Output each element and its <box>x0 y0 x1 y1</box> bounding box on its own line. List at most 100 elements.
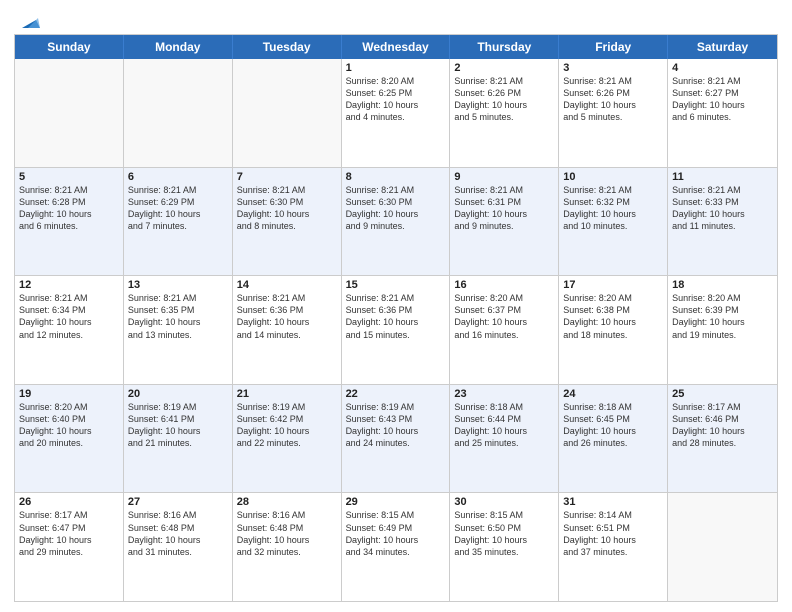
calendar-cell: 13Sunrise: 8:21 AMSunset: 6:35 PMDayligh… <box>124 276 233 384</box>
day-number: 29 <box>346 496 446 508</box>
calendar-cell: 31Sunrise: 8:14 AMSunset: 6:51 PMDayligh… <box>559 493 668 601</box>
day-info: Sunrise: 8:19 AMSunset: 6:41 PMDaylight:… <box>128 401 228 450</box>
day-info: Sunrise: 8:17 AMSunset: 6:47 PMDaylight:… <box>19 509 119 558</box>
calendar-cell: 8Sunrise: 8:21 AMSunset: 6:30 PMDaylight… <box>342 168 451 276</box>
calendar-cell: 11Sunrise: 8:21 AMSunset: 6:33 PMDayligh… <box>668 168 777 276</box>
day-info: Sunrise: 8:20 AMSunset: 6:40 PMDaylight:… <box>19 401 119 450</box>
calendar-cell: 16Sunrise: 8:20 AMSunset: 6:37 PMDayligh… <box>450 276 559 384</box>
calendar-body: 1Sunrise: 8:20 AMSunset: 6:25 PMDaylight… <box>15 59 777 601</box>
calendar-row: 19Sunrise: 8:20 AMSunset: 6:40 PMDayligh… <box>15 385 777 494</box>
day-number: 26 <box>19 496 119 508</box>
calendar-header-cell: Wednesday <box>342 35 451 59</box>
calendar-header-row: SundayMondayTuesdayWednesdayThursdayFrid… <box>15 35 777 59</box>
day-number: 4 <box>672 62 773 74</box>
day-number: 8 <box>346 171 446 183</box>
calendar-cell <box>233 59 342 167</box>
calendar-cell: 20Sunrise: 8:19 AMSunset: 6:41 PMDayligh… <box>124 385 233 493</box>
calendar-cell: 18Sunrise: 8:20 AMSunset: 6:39 PMDayligh… <box>668 276 777 384</box>
day-number: 1 <box>346 62 446 74</box>
day-number: 15 <box>346 279 446 291</box>
day-info: Sunrise: 8:21 AMSunset: 6:26 PMDaylight:… <box>563 75 663 124</box>
day-info: Sunrise: 8:21 AMSunset: 6:28 PMDaylight:… <box>19 184 119 233</box>
day-info: Sunrise: 8:19 AMSunset: 6:42 PMDaylight:… <box>237 401 337 450</box>
calendar: SundayMondayTuesdayWednesdayThursdayFrid… <box>14 34 778 602</box>
day-info: Sunrise: 8:21 AMSunset: 6:30 PMDaylight:… <box>237 184 337 233</box>
day-info: Sunrise: 8:16 AMSunset: 6:48 PMDaylight:… <box>237 509 337 558</box>
day-number: 2 <box>454 62 554 74</box>
calendar-cell: 21Sunrise: 8:19 AMSunset: 6:42 PMDayligh… <box>233 385 342 493</box>
day-number: 16 <box>454 279 554 291</box>
header <box>14 10 778 30</box>
day-info: Sunrise: 8:21 AMSunset: 6:30 PMDaylight:… <box>346 184 446 233</box>
day-info: Sunrise: 8:15 AMSunset: 6:50 PMDaylight:… <box>454 509 554 558</box>
day-info: Sunrise: 8:19 AMSunset: 6:43 PMDaylight:… <box>346 401 446 450</box>
calendar-header-cell: Monday <box>124 35 233 59</box>
day-info: Sunrise: 8:21 AMSunset: 6:27 PMDaylight:… <box>672 75 773 124</box>
calendar-row: 12Sunrise: 8:21 AMSunset: 6:34 PMDayligh… <box>15 276 777 385</box>
calendar-cell: 4Sunrise: 8:21 AMSunset: 6:27 PMDaylight… <box>668 59 777 167</box>
calendar-cell: 9Sunrise: 8:21 AMSunset: 6:31 PMDaylight… <box>450 168 559 276</box>
day-info: Sunrise: 8:18 AMSunset: 6:44 PMDaylight:… <box>454 401 554 450</box>
calendar-cell <box>668 493 777 601</box>
day-info: Sunrise: 8:15 AMSunset: 6:49 PMDaylight:… <box>346 509 446 558</box>
day-number: 28 <box>237 496 337 508</box>
calendar-cell: 26Sunrise: 8:17 AMSunset: 6:47 PMDayligh… <box>15 493 124 601</box>
logo <box>14 10 40 30</box>
calendar-cell: 6Sunrise: 8:21 AMSunset: 6:29 PMDaylight… <box>124 168 233 276</box>
calendar-cell: 19Sunrise: 8:20 AMSunset: 6:40 PMDayligh… <box>15 385 124 493</box>
calendar-cell: 24Sunrise: 8:18 AMSunset: 6:45 PMDayligh… <box>559 385 668 493</box>
day-info: Sunrise: 8:18 AMSunset: 6:45 PMDaylight:… <box>563 401 663 450</box>
calendar-cell: 28Sunrise: 8:16 AMSunset: 6:48 PMDayligh… <box>233 493 342 601</box>
calendar-cell: 12Sunrise: 8:21 AMSunset: 6:34 PMDayligh… <box>15 276 124 384</box>
day-number: 21 <box>237 388 337 400</box>
day-number: 6 <box>128 171 228 183</box>
day-info: Sunrise: 8:21 AMSunset: 6:35 PMDaylight:… <box>128 292 228 341</box>
day-info: Sunrise: 8:21 AMSunset: 6:31 PMDaylight:… <box>454 184 554 233</box>
day-number: 30 <box>454 496 554 508</box>
day-info: Sunrise: 8:21 AMSunset: 6:26 PMDaylight:… <box>454 75 554 124</box>
day-number: 25 <box>672 388 773 400</box>
day-number: 18 <box>672 279 773 291</box>
calendar-cell: 7Sunrise: 8:21 AMSunset: 6:30 PMDaylight… <box>233 168 342 276</box>
day-number: 13 <box>128 279 228 291</box>
calendar-cell: 10Sunrise: 8:21 AMSunset: 6:32 PMDayligh… <box>559 168 668 276</box>
day-number: 10 <box>563 171 663 183</box>
day-info: Sunrise: 8:21 AMSunset: 6:36 PMDaylight:… <box>237 292 337 341</box>
page: SundayMondayTuesdayWednesdayThursdayFrid… <box>0 0 792 612</box>
calendar-cell: 17Sunrise: 8:20 AMSunset: 6:38 PMDayligh… <box>559 276 668 384</box>
calendar-row: 5Sunrise: 8:21 AMSunset: 6:28 PMDaylight… <box>15 168 777 277</box>
calendar-row: 26Sunrise: 8:17 AMSunset: 6:47 PMDayligh… <box>15 493 777 601</box>
calendar-cell: 22Sunrise: 8:19 AMSunset: 6:43 PMDayligh… <box>342 385 451 493</box>
day-number: 24 <box>563 388 663 400</box>
day-info: Sunrise: 8:21 AMSunset: 6:33 PMDaylight:… <box>672 184 773 233</box>
calendar-cell: 29Sunrise: 8:15 AMSunset: 6:49 PMDayligh… <box>342 493 451 601</box>
day-info: Sunrise: 8:21 AMSunset: 6:34 PMDaylight:… <box>19 292 119 341</box>
calendar-header-cell: Friday <box>559 35 668 59</box>
calendar-cell: 1Sunrise: 8:20 AMSunset: 6:25 PMDaylight… <box>342 59 451 167</box>
calendar-cell: 5Sunrise: 8:21 AMSunset: 6:28 PMDaylight… <box>15 168 124 276</box>
day-info: Sunrise: 8:21 AMSunset: 6:32 PMDaylight:… <box>563 184 663 233</box>
day-info: Sunrise: 8:20 AMSunset: 6:39 PMDaylight:… <box>672 292 773 341</box>
calendar-cell: 2Sunrise: 8:21 AMSunset: 6:26 PMDaylight… <box>450 59 559 167</box>
calendar-header-cell: Tuesday <box>233 35 342 59</box>
day-number: 3 <box>563 62 663 74</box>
day-number: 17 <box>563 279 663 291</box>
calendar-header-cell: Saturday <box>668 35 777 59</box>
day-number: 9 <box>454 171 554 183</box>
day-info: Sunrise: 8:17 AMSunset: 6:46 PMDaylight:… <box>672 401 773 450</box>
logo-icon <box>18 10 40 32</box>
calendar-cell: 27Sunrise: 8:16 AMSunset: 6:48 PMDayligh… <box>124 493 233 601</box>
day-number: 19 <box>19 388 119 400</box>
day-number: 20 <box>128 388 228 400</box>
calendar-cell <box>15 59 124 167</box>
day-number: 5 <box>19 171 119 183</box>
day-number: 11 <box>672 171 773 183</box>
day-number: 7 <box>237 171 337 183</box>
calendar-header-cell: Thursday <box>450 35 559 59</box>
day-info: Sunrise: 8:20 AMSunset: 6:37 PMDaylight:… <box>454 292 554 341</box>
day-info: Sunrise: 8:14 AMSunset: 6:51 PMDaylight:… <box>563 509 663 558</box>
calendar-cell <box>124 59 233 167</box>
day-info: Sunrise: 8:21 AMSunset: 6:36 PMDaylight:… <box>346 292 446 341</box>
calendar-header-cell: Sunday <box>15 35 124 59</box>
day-number: 23 <box>454 388 554 400</box>
